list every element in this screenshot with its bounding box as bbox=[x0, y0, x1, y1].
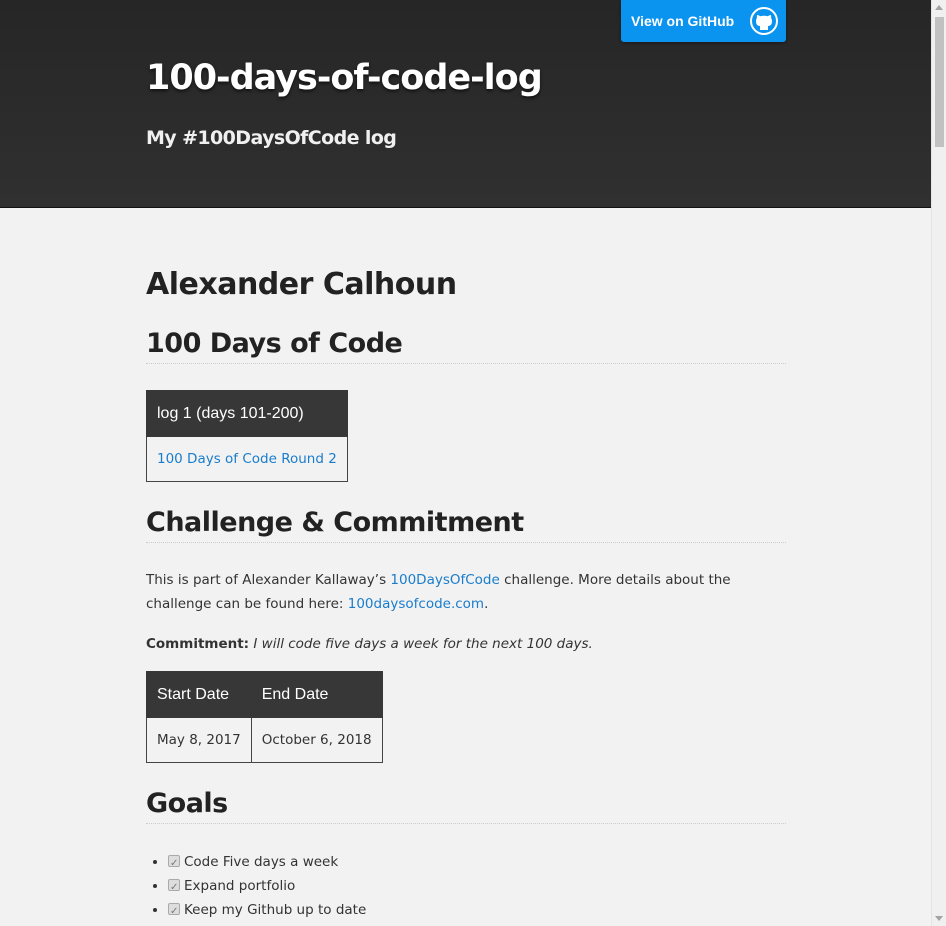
100daysofcode-site-link[interactable]: 100daysofcode.com bbox=[348, 596, 484, 612]
log-table: log 1 (days 101-200) 100 Days of Code Ro… bbox=[146, 390, 348, 482]
page-header: View on GitHub 100-days-of-code-log My #… bbox=[0, 0, 931, 208]
challenge-paragraph: This is part of Alexander Kallaway’s 100… bbox=[146, 568, 786, 616]
start-date-value: May 8, 2017 bbox=[146, 717, 252, 763]
goal-text: Expand portfolio bbox=[184, 878, 296, 894]
vertical-scrollbar[interactable] bbox=[931, 0, 946, 926]
end-date-header: End Date bbox=[250, 671, 383, 718]
goal-text: Code Five days a week bbox=[184, 854, 339, 870]
scrollbar-thumb[interactable] bbox=[935, 17, 944, 147]
author-name-heading: Alexander Calhoun bbox=[146, 267, 457, 302]
dates-table: Start Date End Date May 8, 2017 October … bbox=[146, 671, 383, 763]
site-subtitle: My #100DaysOfCode log bbox=[146, 127, 397, 149]
log-table-cell: 100 Days of Code Round 2 bbox=[146, 436, 348, 482]
goal-item: Code Five days a week bbox=[168, 850, 366, 876]
section-heading-100-days: 100 Days of Code bbox=[146, 328, 786, 364]
goal-text: Keep my Github up to date bbox=[184, 902, 367, 918]
github-octocat-icon bbox=[750, 7, 778, 35]
challenge-text-1: This is part of Alexander Kallaway’s bbox=[146, 572, 391, 588]
challenge-text-3: . bbox=[484, 596, 489, 612]
commitment-text: I will code five days a week for the nex… bbox=[253, 636, 593, 652]
100daysofcode-link[interactable]: 100DaysOfCode bbox=[390, 572, 499, 588]
goals-list: Code Five days a week Expand portfolio K… bbox=[146, 850, 367, 924]
view-on-github-button[interactable]: View on GitHub bbox=[621, 0, 786, 42]
commitment-paragraph: Commitment: I will code five days a week… bbox=[146, 632, 786, 656]
section-heading-goals: Goals bbox=[146, 788, 786, 824]
round-2-link[interactable]: 100 Days of Code Round 2 bbox=[157, 451, 337, 467]
checked-checkbox-icon bbox=[168, 876, 180, 900]
checked-checkbox-icon bbox=[168, 900, 180, 924]
scroll-down-arrow-icon[interactable] bbox=[935, 916, 943, 921]
end-date-value: October 6, 2018 bbox=[250, 717, 383, 763]
checked-checkbox-icon bbox=[168, 852, 180, 876]
goal-item: Keep my Github up to date bbox=[168, 898, 367, 924]
section-heading-challenge: Challenge & Commitment bbox=[146, 507, 786, 543]
site-title: 100-days-of-code-log bbox=[146, 58, 543, 98]
scroll-up-arrow-icon[interactable] bbox=[935, 5, 943, 10]
goal-item: Expand portfolio bbox=[168, 874, 366, 900]
commitment-label: Commitment: bbox=[146, 636, 250, 652]
github-button-label: View on GitHub bbox=[631, 13, 735, 29]
log-table-header: log 1 (days 101-200) bbox=[146, 390, 348, 437]
start-date-header: Start Date bbox=[146, 671, 252, 718]
